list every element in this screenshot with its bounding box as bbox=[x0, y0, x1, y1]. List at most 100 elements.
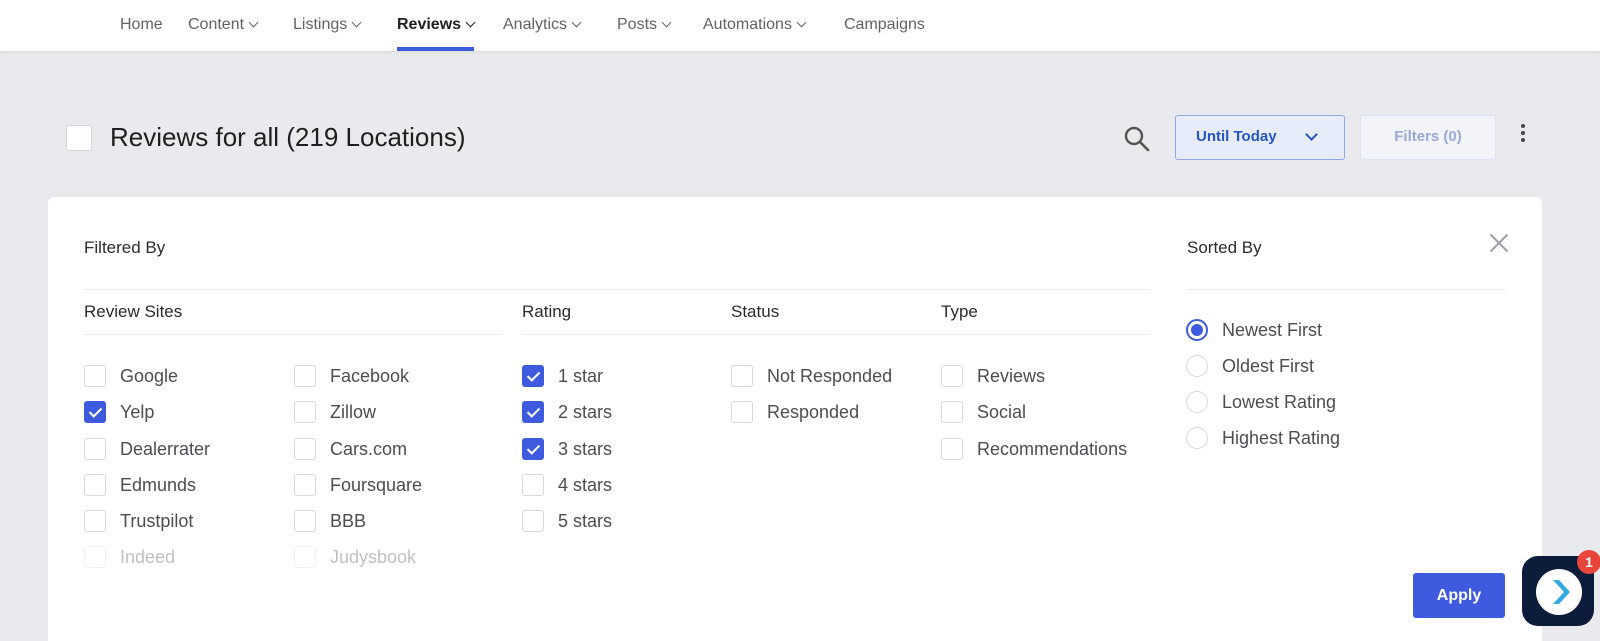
nav-posts[interactable]: Posts bbox=[617, 0, 672, 51]
review-site-facebook[interactable]: Facebook bbox=[294, 364, 409, 388]
radio-label: Highest Rating bbox=[1222, 427, 1341, 448]
checkbox[interactable] bbox=[941, 438, 963, 460]
chevron-down-icon bbox=[796, 17, 807, 28]
review-site-judysbook[interactable]: Judysbook bbox=[294, 545, 416, 569]
checkbox[interactable] bbox=[522, 365, 544, 387]
checkbox[interactable] bbox=[294, 546, 316, 568]
review-site-google[interactable]: Google bbox=[84, 364, 178, 388]
status-heading: Status bbox=[731, 302, 780, 321]
sort-oldest-first[interactable]: Oldest First bbox=[1186, 354, 1314, 378]
review-site-bbb[interactable]: BBB bbox=[294, 509, 366, 533]
nav-reviews[interactable]: Reviews bbox=[397, 0, 476, 51]
rating-3-stars[interactable]: 3 stars bbox=[522, 437, 612, 461]
chevron-down-icon bbox=[661, 17, 672, 28]
checkbox-label: Zillow bbox=[330, 401, 377, 422]
checkbox-label: Social bbox=[977, 401, 1027, 422]
checkbox-label: 2 stars bbox=[558, 401, 613, 422]
checkbox[interactable] bbox=[294, 474, 316, 496]
checkbox-label: Yelp bbox=[120, 401, 155, 422]
rating-1-star[interactable]: 1 star bbox=[522, 364, 603, 388]
checkbox[interactable] bbox=[84, 474, 106, 496]
checkbox[interactable] bbox=[294, 438, 316, 460]
checkbox[interactable] bbox=[522, 401, 544, 423]
date-range-dropdown[interactable]: Until Today bbox=[1175, 115, 1345, 160]
checkbox[interactable] bbox=[84, 365, 106, 387]
review-site-yelp[interactable]: Yelp bbox=[84, 400, 154, 424]
nav-label: Analytics bbox=[503, 16, 568, 33]
checkbox[interactable] bbox=[84, 401, 106, 423]
radio-button[interactable] bbox=[1186, 319, 1208, 341]
nav-analytics[interactable]: Analytics bbox=[503, 0, 582, 51]
radio-button[interactable] bbox=[1186, 355, 1208, 377]
checkbox[interactable] bbox=[294, 401, 316, 423]
review-site-cars-com[interactable]: Cars.com bbox=[294, 437, 407, 461]
sort-newest-first[interactable]: Newest First bbox=[1186, 318, 1322, 342]
checkbox-label: Judysbook bbox=[330, 546, 417, 567]
radio-button[interactable] bbox=[1186, 391, 1208, 413]
close-icon[interactable] bbox=[1489, 233, 1509, 253]
checkbox-label: Cars.com bbox=[330, 438, 408, 459]
nav-campaigns[interactable]: Campaigns bbox=[844, 0, 925, 51]
checkbox[interactable] bbox=[84, 510, 106, 532]
review-site-edmunds[interactable]: Edmunds bbox=[84, 473, 196, 497]
filters-button[interactable]: Filters (0) bbox=[1360, 115, 1496, 160]
more-options-icon[interactable] bbox=[1514, 124, 1532, 146]
chat-logo-icon bbox=[1536, 569, 1582, 615]
search-icon[interactable] bbox=[1122, 124, 1152, 154]
checkbox-label: Reviews bbox=[977, 365, 1046, 386]
nav-label: Automations bbox=[703, 16, 792, 33]
checkbox[interactable] bbox=[522, 474, 544, 496]
checkbox-label: Responded bbox=[767, 401, 860, 422]
status-responded[interactable]: Responded bbox=[731, 400, 859, 424]
filters-label: Filters (0) bbox=[1394, 128, 1462, 145]
type-recommendations[interactable]: Recommendations bbox=[941, 437, 1127, 461]
filter-panel: Filtered By Sorted By Review Sites Ratin… bbox=[48, 197, 1542, 641]
nav-listings[interactable]: Listings bbox=[293, 0, 362, 51]
checkbox-label: 4 stars bbox=[558, 474, 613, 495]
status-not-responded[interactable]: Not Responded bbox=[731, 364, 892, 388]
checkbox[interactable] bbox=[941, 365, 963, 387]
checkbox[interactable] bbox=[294, 365, 316, 387]
radio-label: Newest First bbox=[1222, 319, 1323, 340]
rating-5-stars[interactable]: 5 stars bbox=[522, 509, 612, 533]
review-site-dealerrater[interactable]: Dealerrater bbox=[84, 437, 210, 461]
chevron-down-icon bbox=[1305, 128, 1318, 141]
review-site-zillow[interactable]: Zillow bbox=[294, 400, 376, 424]
type-social[interactable]: Social bbox=[941, 400, 1026, 424]
chevron-down-icon bbox=[351, 17, 362, 28]
checkbox[interactable] bbox=[294, 510, 316, 532]
nav-automations[interactable]: Automations bbox=[703, 0, 807, 51]
nav-content[interactable]: Content bbox=[188, 0, 259, 51]
checkbox[interactable] bbox=[522, 510, 544, 532]
sort-highest-rating[interactable]: Highest Rating bbox=[1186, 426, 1340, 450]
checkbox[interactable] bbox=[731, 365, 753, 387]
review-site-indeed[interactable]: Indeed bbox=[84, 545, 175, 569]
select-all-checkbox[interactable] bbox=[66, 125, 92, 151]
checkbox[interactable] bbox=[522, 438, 544, 460]
nav-label: Home bbox=[120, 16, 163, 33]
nav-home[interactable]: Home bbox=[120, 0, 163, 51]
apply-button[interactable]: Apply bbox=[1413, 573, 1505, 618]
review-site-trustpilot[interactable]: Trustpilot bbox=[84, 509, 193, 533]
checkbox[interactable] bbox=[941, 401, 963, 423]
radio-button[interactable] bbox=[1186, 427, 1208, 449]
rating-2-stars[interactable]: 2 stars bbox=[522, 400, 612, 424]
checkbox-label: Trustpilot bbox=[120, 510, 194, 531]
sort-lowest-rating[interactable]: Lowest Rating bbox=[1186, 390, 1336, 414]
radio-label: Lowest Rating bbox=[1222, 391, 1337, 412]
checkbox[interactable] bbox=[84, 438, 106, 460]
chevron-down-icon bbox=[248, 17, 259, 28]
checkbox-label: Foursquare bbox=[330, 474, 423, 495]
notification-badge: 1 bbox=[1577, 550, 1600, 574]
checkbox-label: 3 stars bbox=[558, 438, 613, 459]
type-reviews[interactable]: Reviews bbox=[941, 364, 1045, 388]
checkbox[interactable] bbox=[731, 401, 753, 423]
rating-4-stars[interactable]: 4 stars bbox=[522, 473, 612, 497]
nav-label: Listings bbox=[293, 16, 348, 33]
radio-label: Oldest First bbox=[1222, 355, 1315, 376]
checkbox-label: Indeed bbox=[120, 546, 176, 567]
sorted-by-heading: Sorted By bbox=[1187, 238, 1262, 257]
checkbox[interactable] bbox=[84, 546, 106, 568]
divider bbox=[522, 334, 1150, 335]
review-site-foursquare[interactable]: Foursquare bbox=[294, 473, 422, 497]
